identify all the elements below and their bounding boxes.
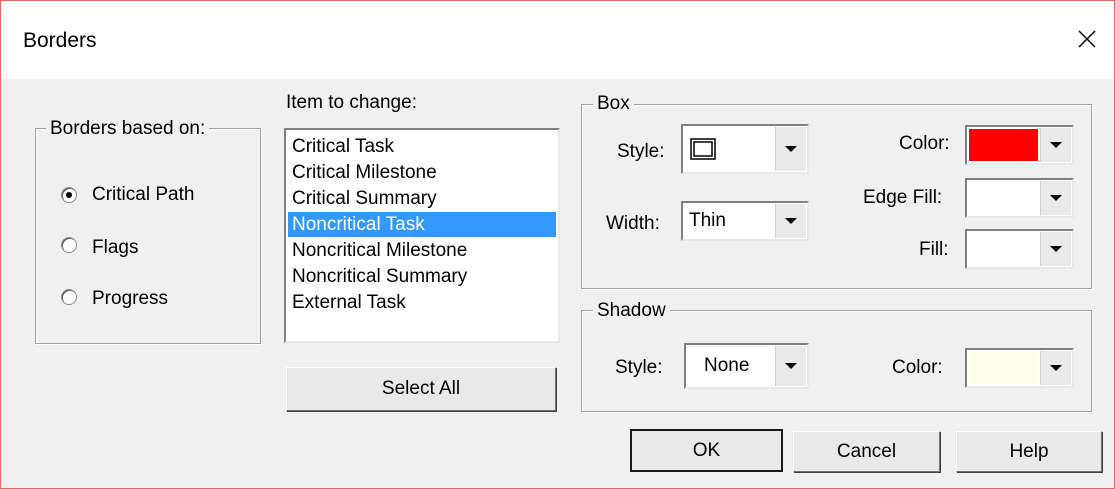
chevron-down-icon bbox=[785, 146, 797, 152]
close-icon bbox=[1078, 30, 1096, 48]
item-listbox[interactable]: Critical Task Critical Milestone Critica… bbox=[284, 128, 560, 343]
color-swatch bbox=[969, 233, 1038, 265]
borders-based-on-group bbox=[35, 128, 261, 344]
box-width-value: Thin bbox=[689, 210, 726, 231]
fill-dropdown[interactable] bbox=[965, 229, 1074, 269]
box-legend: Box bbox=[593, 93, 634, 115]
radio-flags[interactable] bbox=[61, 237, 77, 253]
dropdown-button[interactable] bbox=[1040, 351, 1071, 385]
select-all-button[interactable]: Select All bbox=[286, 367, 556, 411]
borders-based-on-legend: Borders based on: bbox=[46, 118, 210, 140]
shadow-style-dropdown[interactable]: None bbox=[684, 343, 809, 389]
box-style-dropdown[interactable] bbox=[681, 124, 809, 174]
dropdown-button[interactable] bbox=[775, 346, 806, 386]
fill-label: Fill: bbox=[919, 239, 949, 260]
list-item[interactable]: External Task bbox=[288, 290, 556, 315]
list-item[interactable]: Critical Task bbox=[288, 134, 556, 159]
item-to-change-label: Item to change: bbox=[286, 92, 417, 113]
box-color-label: Color: bbox=[899, 133, 950, 154]
list-item[interactable]: Critical Milestone bbox=[288, 160, 556, 185]
edge-fill-label: Edge Fill: bbox=[863, 187, 943, 208]
radio-progress[interactable] bbox=[61, 289, 77, 305]
box-color-dropdown[interactable] bbox=[965, 125, 1074, 165]
borders-dialog: Borders Borders based on: Critical Path … bbox=[0, 0, 1115, 489]
chevron-down-icon bbox=[1050, 246, 1062, 252]
color-swatch bbox=[969, 129, 1038, 161]
radio-critical-path[interactable] bbox=[61, 187, 77, 203]
box-width-dropdown[interactable]: Thin bbox=[681, 201, 809, 241]
list-item[interactable]: Critical Summary bbox=[288, 186, 556, 211]
shadow-style-label: Style: bbox=[615, 357, 663, 378]
dropdown-button[interactable] bbox=[1040, 181, 1071, 215]
shadow-color-label: Color: bbox=[892, 357, 943, 378]
title-bar: Borders bbox=[1, 1, 1114, 79]
shadow-color-dropdown[interactable] bbox=[965, 348, 1074, 388]
shadow-style-value: None bbox=[704, 355, 750, 376]
box-width-label: Width: bbox=[606, 213, 660, 234]
radio-flags-label[interactable]: Flags bbox=[92, 237, 138, 259]
chevron-down-icon bbox=[1050, 142, 1062, 148]
radio-progress-label[interactable]: Progress bbox=[92, 288, 168, 310]
chevron-down-icon bbox=[785, 363, 797, 369]
edge-fill-dropdown[interactable] bbox=[965, 178, 1074, 218]
chevron-down-icon bbox=[1050, 195, 1062, 201]
help-button[interactable]: Help bbox=[956, 431, 1102, 472]
list-item[interactable]: Noncritical Summary bbox=[288, 264, 556, 289]
dialog-title: Borders bbox=[23, 29, 97, 52]
chevron-down-icon bbox=[1050, 365, 1062, 371]
cancel-button[interactable]: Cancel bbox=[793, 431, 940, 472]
radio-critical-path-label[interactable]: Critical Path bbox=[92, 184, 194, 206]
chevron-down-icon bbox=[785, 218, 797, 224]
color-swatch bbox=[969, 352, 1038, 384]
dropdown-button[interactable] bbox=[1040, 128, 1071, 162]
ok-button[interactable]: OK bbox=[630, 429, 783, 472]
shadow-legend: Shadow bbox=[593, 300, 670, 322]
close-button[interactable] bbox=[1067, 19, 1107, 59]
rectangle-outline-icon bbox=[690, 138, 716, 160]
dropdown-button[interactable] bbox=[775, 204, 806, 238]
list-item-selected[interactable]: Noncritical Task bbox=[288, 212, 556, 237]
list-item[interactable]: Noncritical Milestone bbox=[288, 238, 556, 263]
dropdown-button[interactable] bbox=[775, 127, 806, 171]
box-style-label: Style: bbox=[617, 141, 665, 162]
color-swatch bbox=[969, 182, 1038, 214]
dropdown-button[interactable] bbox=[1040, 232, 1071, 266]
